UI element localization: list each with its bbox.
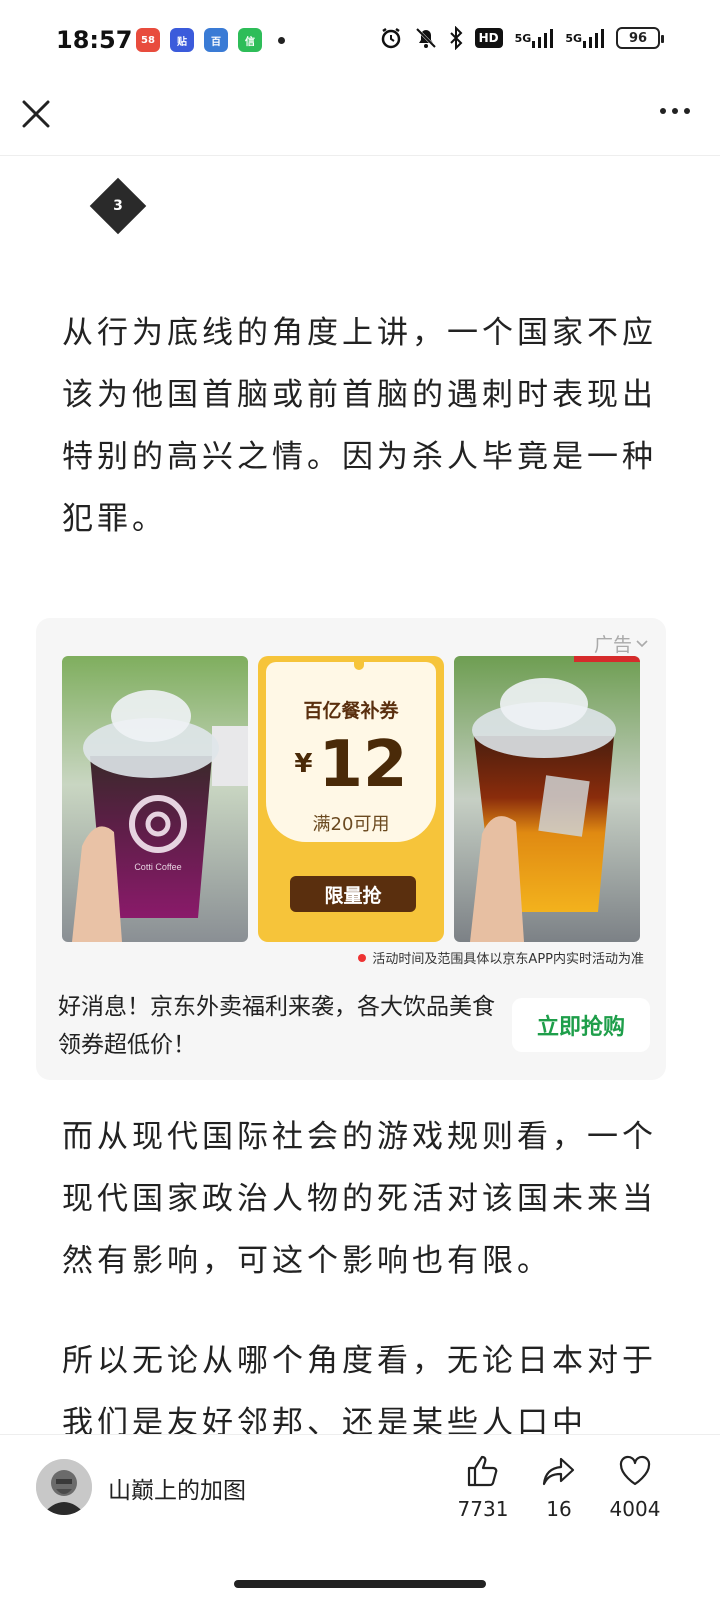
coupon-inner: 百亿餐补券 ¥12 满20可用 (266, 662, 436, 842)
ad-description[interactable]: 好消息！京东外卖福利来袭，各大饮品美食领券超低价！ (58, 988, 498, 1064)
share-count: 16 (546, 1497, 572, 1521)
app-58-icon: 58 (136, 28, 160, 52)
author-name[interactable]: 山巅上的加图 (108, 1471, 246, 1505)
coupon-card[interactable]: 百亿餐补券 ¥12 满20可用 限量抢 (258, 656, 444, 942)
favorite-count: 4004 (609, 1497, 661, 1521)
like-button[interactable]: 7731 (448, 1453, 518, 1521)
ad-card[interactable]: 广告 Cotti Coffee 百亿餐补券 ¥12 满20可用 限量抢 活动时间… (36, 618, 666, 1080)
top-nav (0, 82, 720, 156)
coupon-condition: 满20可用 (312, 814, 390, 835)
favorite-button[interactable]: 4004 (600, 1453, 670, 1521)
section-number: 3 (113, 198, 123, 214)
more-options-button[interactable] (660, 108, 690, 114)
more-notifications-dot (278, 36, 285, 44)
coupon-amount: ¥12 (266, 728, 436, 802)
chevron-down-icon (636, 639, 648, 647)
status-bar: 18:57 58 贴 百 信 HD 5G 5G 96 (0, 0, 720, 82)
ad-drink-image-left[interactable]: Cotti Coffee (62, 656, 248, 942)
author-avatar[interactable] (36, 1459, 92, 1515)
article-paragraph-2: 而从现代国际社会的游戏规则看，一个现代国家政治人物的死活对该国未来当然有影响，可… (62, 1119, 657, 1279)
buy-now-button[interactable]: 立即抢购 (512, 998, 650, 1052)
alarm-icon (379, 26, 403, 50)
bluetooth-icon (449, 26, 463, 50)
share-button[interactable]: 16 (524, 1453, 594, 1521)
heart-icon (619, 1455, 651, 1486)
status-time: 18:57 (56, 26, 133, 54)
close-icon (22, 100, 50, 128)
signal-2-icon: 5G (565, 27, 604, 49)
ad-drink-image-right[interactable] (454, 656, 640, 942)
share-icon (542, 1457, 575, 1486)
hd-voice-icon: HD (474, 28, 503, 48)
section-number-marker: 3 (89, 177, 147, 235)
close-button[interactable] (18, 96, 54, 132)
more-dot-icon (684, 108, 690, 114)
coupon-value: 12 (318, 728, 408, 802)
coupon-currency: ¥ (294, 749, 313, 779)
thumbs-up-icon (467, 1455, 498, 1487)
mute-icon (415, 26, 437, 50)
more-dot-icon (672, 108, 678, 114)
messages-icon: 信 (238, 28, 262, 52)
more-dot-icon (660, 108, 666, 114)
like-count: 7731 (457, 1497, 509, 1521)
red-dot-icon (358, 953, 367, 962)
article-paragraph-1: 从行为底线的角度上讲，一个国家不应该为他国首脑或前首脑的遇刺时表现出特别的高兴之… (62, 315, 657, 537)
grab-coupon-button[interactable]: 限量抢 (290, 876, 416, 912)
ad-disclaimer: 活动时间及范围具体以京东APP内实时活动为准 (358, 948, 644, 967)
baidu-icon: 百 (204, 28, 228, 52)
signal-1-icon: 5G (515, 27, 554, 49)
home-indicator[interactable] (234, 1580, 486, 1588)
ad-label[interactable]: 广告 (594, 630, 648, 657)
article-paragraph-3: 所以无论从哪个角度看，无论日本对于我们是友好邻邦、还是某些人口中 (62, 1343, 657, 1434)
tieba-icon: 贴 (170, 28, 194, 52)
battery-icon: 96 (616, 27, 664, 49)
cup-brand-text: Cotti Coffee (134, 862, 181, 872)
notification-icons: 58 贴 百 信 (136, 28, 285, 52)
coupon-title: 百亿餐补券 (303, 700, 399, 722)
system-icons: HD 5G 5G 96 (379, 26, 664, 50)
